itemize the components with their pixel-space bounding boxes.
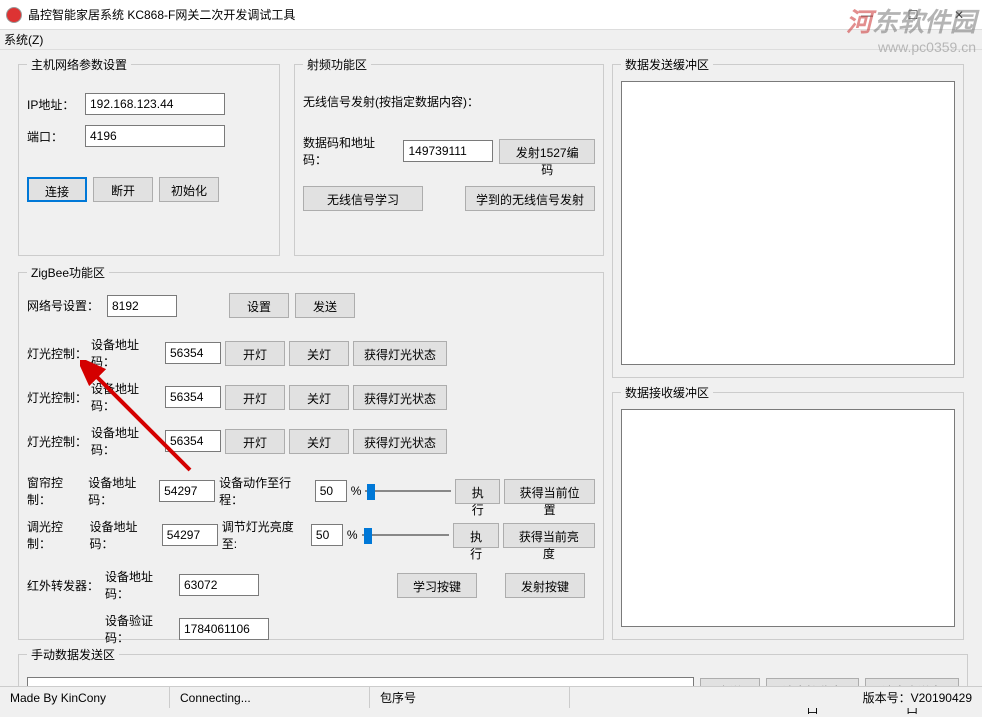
window-title: 晶控智能家居系统 KC868-F网关二次开发调试工具 [28, 6, 295, 23]
ir-learn-button[interactable]: 学习按键 [397, 573, 477, 598]
app-icon [6, 7, 22, 23]
light3-addr-input[interactable] [165, 430, 221, 452]
dim-slider[interactable] [362, 526, 450, 544]
light3-label: 灯光控制： [27, 433, 87, 450]
group-rf: 射频功能区 无线信号发射(按指定数据内容)： 数据码和地址码： 发射1527编码… [294, 56, 604, 256]
rf-learned-send-button[interactable]: 学到的无线信号发射 [465, 186, 595, 211]
light3-on-button[interactable]: 开灯 [225, 429, 285, 454]
legend-recvbuf: 数据接收缓冲区 [621, 384, 713, 401]
dim-action-label: 调节灯光亮度至: [222, 518, 307, 552]
legend-sendbuf: 数据发送缓冲区 [621, 56, 713, 73]
light2-addr-label: 设备地址码： [91, 380, 161, 414]
group-recv-buffer: 数据接收缓冲区 [612, 384, 964, 640]
curtain-exec-button[interactable]: 执行 [455, 479, 500, 504]
port-label: 端口： [27, 128, 79, 145]
curtain-action-label: 设备动作至行程： [219, 474, 311, 508]
curtain-slider[interactable] [365, 482, 451, 500]
rf-send-1527-button[interactable]: 发射1527编码 [499, 139, 595, 164]
rf-data-label: 数据码和地址码： [303, 134, 397, 168]
dim-exec-button[interactable]: 执行 [453, 523, 498, 548]
light1-addr-input[interactable] [165, 342, 221, 364]
light3-off-button[interactable]: 关灯 [289, 429, 349, 454]
curtain-percent: % [351, 484, 362, 498]
light2-label: 灯光控制： [27, 389, 87, 406]
group-zigbee: ZigBee功能区 网络号设置： 设置 发送 灯光控制： 设备地址码： 开灯 关… [18, 264, 604, 640]
legend-rf: 射频功能区 [303, 56, 371, 73]
dim-addr-input[interactable] [162, 524, 218, 546]
legend-manual: 手动数据发送区 [27, 646, 119, 663]
light2-addr-input[interactable] [165, 386, 221, 408]
init-button[interactable]: 初始化 [159, 177, 219, 202]
light1-addr-label: 设备地址码： [91, 336, 161, 370]
titlebar: 晶控智能家居系统 KC868-F网关二次开发调试工具 — ☐ ✕ [0, 0, 982, 30]
status-made-by: Made By KinCony [0, 687, 170, 708]
light1-label: 灯光控制： [27, 345, 87, 362]
light3-state-button[interactable]: 获得灯光状态 [353, 429, 447, 454]
rf-note: 无线信号发射(按指定数据内容)： [303, 93, 479, 110]
light3-addr-label: 设备地址码： [91, 424, 161, 458]
rf-data-input[interactable] [403, 140, 493, 162]
rf-learn-button[interactable]: 无线信号学习 [303, 186, 423, 211]
status-version: 版本号：V20190429 [853, 687, 982, 708]
curtain-label: 窗帘控制： [27, 474, 84, 508]
curtain-addr-input[interactable] [159, 480, 215, 502]
connect-button[interactable]: 连接 [27, 177, 87, 202]
zigbee-net-input[interactable] [107, 295, 177, 317]
recv-buffer-textarea[interactable] [621, 409, 955, 627]
curtain-addr-label: 设备地址码： [88, 474, 155, 508]
ir-label: 红外转发器： [27, 577, 101, 594]
ir-addr-label: 设备地址码： [105, 568, 175, 602]
dim-addr-label: 设备地址码： [90, 518, 158, 552]
light1-off-button[interactable]: 关灯 [289, 341, 349, 366]
dim-state-button[interactable]: 获得当前亮度 [503, 523, 595, 548]
zigbee-net-label: 网络号设置： [27, 297, 101, 314]
light2-on-button[interactable]: 开灯 [225, 385, 285, 410]
dim-percent: % [347, 528, 358, 542]
ip-input[interactable] [85, 93, 225, 115]
send-buffer-textarea[interactable] [621, 81, 955, 365]
group-host-network: 主机网络参数设置 IP地址： 端口： 连接 断开 初始化 [18, 56, 280, 256]
ir-verify-label: 设备验证码： [105, 612, 175, 646]
light2-state-button[interactable]: 获得灯光状态 [353, 385, 447, 410]
menubar: 系统(Z) [0, 30, 982, 50]
status-pkg: 包序号 [370, 687, 570, 708]
dim-value-input[interactable] [311, 524, 343, 546]
zigbee-send-button[interactable]: 发送 [295, 293, 355, 318]
menu-system[interactable]: 系统(Z) [4, 31, 43, 48]
light1-on-button[interactable]: 开灯 [225, 341, 285, 366]
ir-send-button[interactable]: 发射按键 [505, 573, 585, 598]
dim-label: 调光控制： [27, 518, 86, 552]
light2-off-button[interactable]: 关灯 [289, 385, 349, 410]
curtain-value-input[interactable] [315, 480, 347, 502]
zigbee-set-button[interactable]: 设置 [229, 293, 289, 318]
status-connection: Connecting... [170, 687, 370, 708]
ir-addr-input[interactable] [179, 574, 259, 596]
group-send-buffer: 数据发送缓冲区 [612, 56, 964, 378]
ir-verify-input[interactable] [179, 618, 269, 640]
port-input[interactable] [85, 125, 225, 147]
legend-host: 主机网络参数设置 [27, 56, 131, 73]
light1-state-button[interactable]: 获得灯光状态 [353, 341, 447, 366]
statusbar: Made By KinCony Connecting... 包序号 版本号：V2… [0, 686, 982, 708]
ip-label: IP地址： [27, 96, 79, 113]
watermark: 河东软件园 www.pc0359.cn [846, 2, 976, 55]
disconnect-button[interactable]: 断开 [93, 177, 153, 202]
curtain-pos-button[interactable]: 获得当前位置 [504, 479, 595, 504]
legend-zigbee: ZigBee功能区 [27, 264, 109, 281]
